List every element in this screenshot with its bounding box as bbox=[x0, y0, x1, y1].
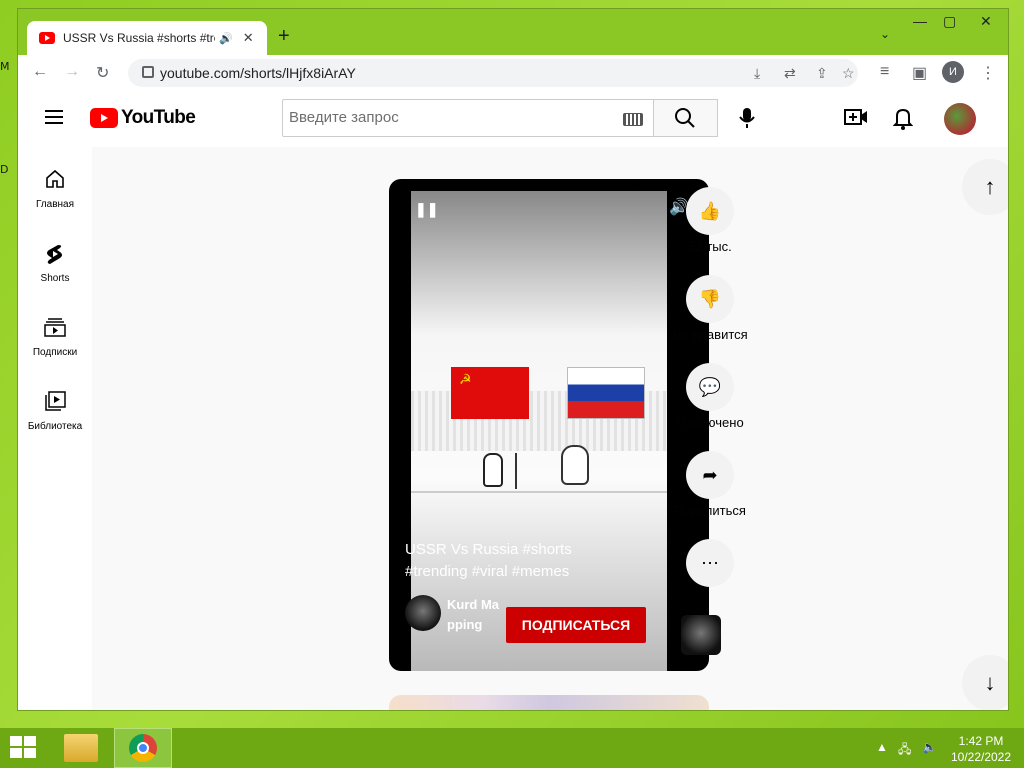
speaker-icon[interactable]: 🔊 bbox=[219, 32, 233, 45]
minimize-button[interactable]: — bbox=[913, 13, 927, 29]
share-icon[interactable]: ⇪ bbox=[816, 65, 828, 82]
browser-toolbar: ← → ↻ youtube.com/shorts/lHjfx8iArAY ⤓ ⇄… bbox=[18, 55, 1008, 92]
sound-source-thumbnail[interactable] bbox=[681, 615, 721, 655]
thumbs-down-icon[interactable]: 👎 bbox=[686, 275, 734, 323]
cartoon-figure bbox=[561, 445, 589, 485]
sidebar-item-label: Shorts bbox=[40, 273, 70, 284]
chrome-taskbar-button[interactable] bbox=[114, 728, 172, 768]
sidebar-item-home[interactable]: Главная bbox=[18, 169, 92, 210]
forward-icon[interactable]: → bbox=[64, 63, 80, 81]
ussr-flag-image: ☭ bbox=[451, 367, 529, 419]
translate-icon[interactable]: ⇄ bbox=[784, 65, 796, 82]
sidebar: Главная Shorts Подписки Библиотека bbox=[18, 147, 92, 710]
subscriptions-icon bbox=[18, 317, 92, 341]
install-icon[interactable]: ⤓ bbox=[754, 65, 760, 82]
youtube-header: YouTube Введите запрос bbox=[18, 91, 1008, 147]
sidebar-item-label: Главная bbox=[35, 199, 75, 210]
desktop-edge-letter: D bbox=[0, 163, 9, 176]
dislike-label: Не нравится bbox=[672, 327, 748, 342]
youtube-logo[interactable]: YouTube bbox=[90, 107, 196, 129]
youtube-page: YouTube Введите запрос Главная Shorts По… bbox=[18, 91, 1008, 710]
user-avatar[interactable] bbox=[944, 103, 976, 135]
dislike-action[interactable]: 👎 Не нравится bbox=[670, 275, 750, 342]
create-video-icon[interactable] bbox=[844, 106, 868, 133]
more-dots-icon[interactable]: ⋯ bbox=[686, 539, 734, 587]
next-short-button[interactable]: ↓ bbox=[962, 655, 1008, 710]
system-clock[interactable]: 1:42 PM 10/22/2022 bbox=[944, 733, 1018, 765]
reload-icon[interactable]: ↻ bbox=[96, 63, 109, 83]
profile-avatar[interactable]: И bbox=[942, 61, 964, 83]
home-icon bbox=[18, 169, 92, 193]
tab-title: USSR Vs Russia #shorts #trending bbox=[63, 31, 215, 45]
next-short-preview[interactable] bbox=[389, 695, 709, 710]
sidebar-item-library[interactable]: Библиотека bbox=[18, 391, 92, 432]
tab-youtube-short[interactable]: USSR Vs Russia #shorts #trending 🔊 ✕ bbox=[27, 21, 267, 55]
sidebar-item-label: Подписки bbox=[32, 347, 78, 358]
sidebar-item-shorts[interactable]: Shorts bbox=[18, 243, 92, 284]
desktop-edge-letter: M bbox=[0, 60, 10, 73]
shorts-icon bbox=[18, 243, 92, 267]
comments-label: Отключено bbox=[676, 415, 744, 430]
browser-window: USSR Vs Russia #shorts #trending 🔊 ✕ + ⌄… bbox=[17, 8, 1009, 711]
search-input[interactable]: Введите запрос bbox=[282, 99, 654, 137]
shorts-player[interactable]: ☭ ❚❚ 🔊 USSR Vs Russia #shorts #trending … bbox=[389, 179, 709, 671]
side-panel-icon[interactable]: ▣ bbox=[912, 63, 927, 83]
lock-icon bbox=[142, 66, 154, 78]
microphone-icon[interactable] bbox=[738, 107, 756, 134]
youtube-logo-text: YouTube bbox=[121, 107, 196, 128]
chrome-icon bbox=[129, 734, 157, 762]
tab-search-icon[interactable]: ⌄ bbox=[880, 27, 890, 41]
hamburger-menu-icon[interactable] bbox=[45, 110, 63, 124]
mic-stand-illustration bbox=[515, 453, 517, 489]
search-placeholder: Введите запрос bbox=[289, 109, 399, 126]
menu-dots-icon[interactable]: ⋮ bbox=[980, 63, 996, 83]
share-action[interactable]: ➦ Поделиться bbox=[670, 451, 750, 518]
floor-line bbox=[411, 491, 667, 493]
notifications-bell-icon[interactable] bbox=[892, 106, 914, 135]
sidebar-item-subscriptions[interactable]: Подписки bbox=[18, 317, 92, 358]
maximize-button[interactable]: ▢ bbox=[943, 13, 956, 30]
file-explorer-icon[interactable] bbox=[64, 734, 98, 762]
reading-list-icon[interactable]: ≡ bbox=[880, 63, 889, 81]
comments-action[interactable]: 💬 Отключено bbox=[670, 363, 750, 430]
youtube-favicon-icon bbox=[39, 32, 55, 44]
close-tab-icon[interactable]: ✕ bbox=[243, 30, 254, 46]
like-count: 52 тыс. bbox=[688, 239, 732, 254]
bookmark-star-icon[interactable]: ☆ bbox=[842, 65, 855, 82]
start-windows-icon[interactable] bbox=[10, 736, 38, 760]
sidebar-item-label: Библиотека bbox=[27, 421, 83, 432]
taskbar: ▲ 🖧 🔈 1:42 PM 10/22/2022 bbox=[0, 728, 1024, 768]
short-title[interactable]: USSR Vs Russia #shorts #trending #viral … bbox=[405, 539, 625, 583]
thumbs-up-icon[interactable]: 👍 bbox=[686, 187, 734, 235]
address-bar[interactable]: youtube.com/shorts/lHjfx8iArAY ⤓ ⇄ ⇪ ☆ bbox=[128, 59, 858, 87]
volume-tray-icon[interactable]: 🔈 bbox=[922, 740, 937, 754]
russia-flag-image bbox=[567, 367, 645, 419]
share-arrow-icon[interactable]: ➦ bbox=[686, 451, 734, 499]
channel-avatar[interactable] bbox=[405, 595, 441, 631]
library-icon bbox=[18, 391, 92, 415]
pause-icon[interactable]: ❚❚ bbox=[415, 201, 438, 218]
url-text[interactable]: youtube.com/shorts/lHjfx8iArAY bbox=[160, 65, 356, 81]
share-label: Поделиться bbox=[674, 503, 746, 518]
network-icon[interactable]: 🖧 bbox=[898, 740, 911, 761]
tray-expand-icon[interactable]: ▲ bbox=[876, 740, 888, 754]
search-icon bbox=[675, 108, 695, 128]
close-window-button[interactable]: ✕ bbox=[980, 13, 992, 30]
search-button[interactable] bbox=[654, 99, 718, 137]
new-tab-button[interactable]: + bbox=[278, 25, 290, 48]
like-action[interactable]: 👍 52 тыс. bbox=[670, 187, 750, 254]
keyboard-icon[interactable] bbox=[623, 113, 643, 126]
subscribe-button[interactable]: ПОДПИСАТЬСЯ bbox=[506, 607, 646, 643]
clock-date: 10/22/2022 bbox=[950, 750, 1012, 764]
channel-name[interactable]: Kurd Mapping bbox=[447, 595, 499, 635]
more-action[interactable]: ⋯ bbox=[670, 539, 750, 587]
clock-time: 1:42 PM bbox=[958, 734, 1004, 748]
youtube-play-icon bbox=[90, 108, 118, 128]
comment-icon[interactable]: 💬 bbox=[686, 363, 734, 411]
tab-strip: USSR Vs Russia #shorts #trending 🔊 ✕ + ⌄… bbox=[18, 9, 1008, 56]
cartoon-figure bbox=[483, 453, 503, 487]
back-icon[interactable]: ← bbox=[32, 63, 48, 81]
